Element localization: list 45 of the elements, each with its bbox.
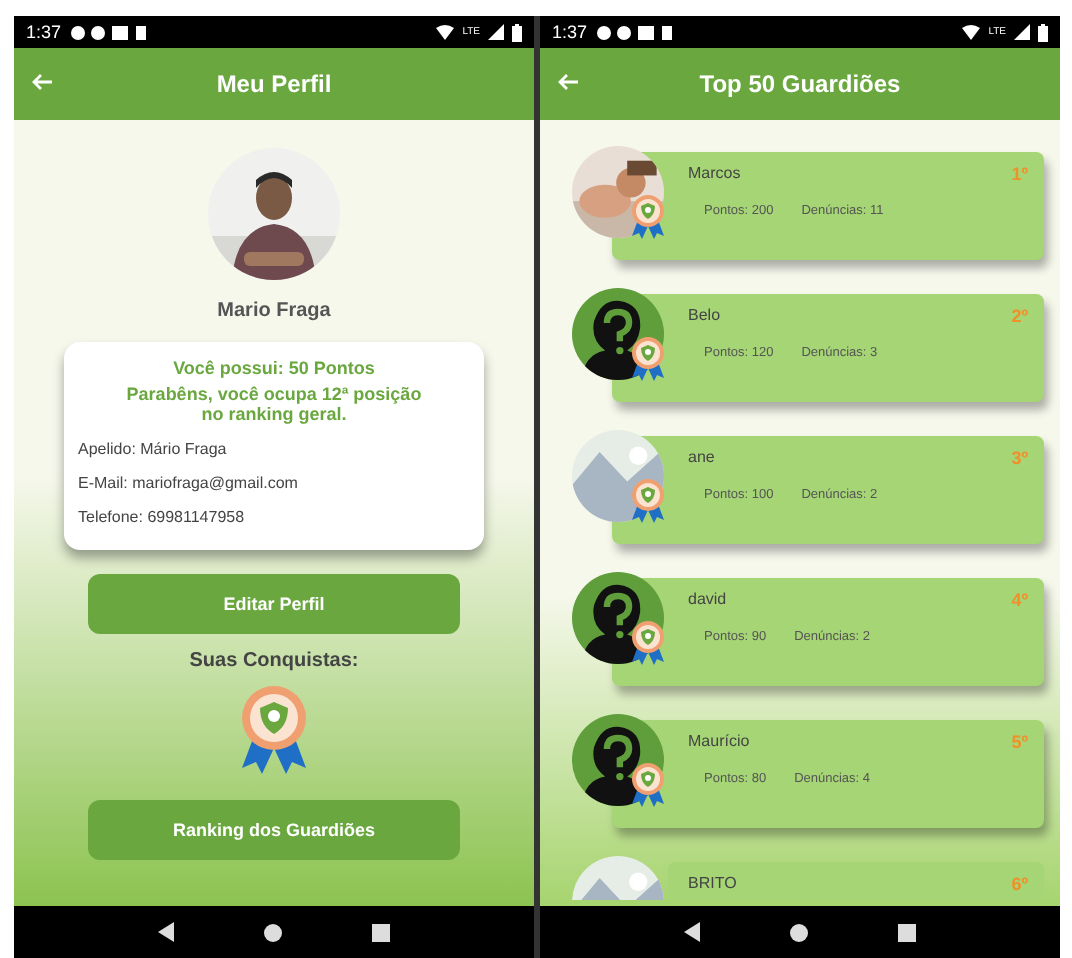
wifi-icon [962, 24, 981, 40]
guardian-name: Marcos [688, 164, 741, 184]
medal-icon [628, 194, 668, 240]
signal-icon [1014, 24, 1030, 40]
notification-icons [595, 23, 676, 41]
profile-detail: E-Mail: mariofraga@gmail.com [78, 472, 300, 496]
screen-title: Meu Perfil [216, 70, 332, 98]
rank-label: 4º [1011, 590, 1028, 610]
recents-nav-icon[interactable] [371, 923, 390, 941]
back-nav-icon[interactable] [684, 922, 701, 942]
back-arrow-icon [556, 72, 580, 92]
guardian-name: ane [688, 448, 715, 468]
home-nav-icon[interactable] [263, 923, 282, 941]
wifi-icon [436, 24, 455, 40]
achievements-label: Suas Conquistas: [189, 650, 359, 672]
home-nav-icon[interactable] [789, 923, 808, 941]
guardian-name: Maurício [688, 732, 750, 752]
medal-icon [628, 478, 668, 524]
battery-icon [512, 23, 522, 41]
profile-detail: Telefone: 69981147958 [78, 506, 247, 530]
recents-nav-icon[interactable] [897, 923, 916, 941]
status-time: 1:37 [26, 22, 62, 42]
medal-icon [628, 762, 668, 808]
profile-name: Mario Fraga [217, 300, 331, 322]
signal-icon [488, 24, 504, 40]
guardian-name: BRITO [688, 874, 737, 894]
guardian-name: david [688, 590, 727, 610]
rank-label: 6º [1011, 874, 1028, 894]
guardian-name: Belo [688, 306, 721, 326]
medal-icon [628, 336, 668, 382]
points-text: Você possui: 50 Pontos [171, 358, 377, 378]
rank-label: 1º [1011, 164, 1028, 184]
rank-label: 3º [1011, 448, 1028, 468]
screen-title: Top 50 Guardiões [699, 70, 901, 98]
rank-label: 2º [1011, 306, 1028, 326]
medal-icon [628, 620, 668, 666]
back-nav-icon[interactable] [158, 922, 175, 942]
rank-label: 5º [1011, 732, 1028, 752]
battery-icon [1038, 23, 1048, 41]
back-arrow-icon [30, 72, 54, 92]
profile-detail: Apelido: Mário Fraga [78, 438, 229, 462]
notification-icons [69, 23, 150, 41]
ranking-message: Parabêns, você ocupa 12ª posição no ranking geral. [124, 384, 424, 424]
status-time: 1:37 [552, 22, 588, 42]
ranking-card[interactable]: BRITO 6º [668, 862, 1044, 900]
